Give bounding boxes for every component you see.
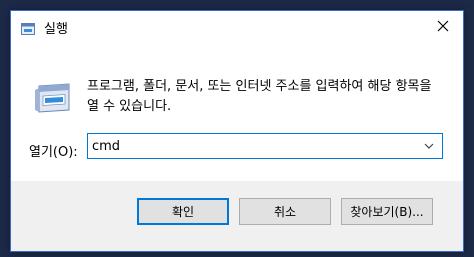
chevron-down-icon (424, 143, 434, 149)
cancel-button[interactable]: 취소 (239, 198, 331, 225)
open-input[interactable] (88, 134, 414, 158)
dialog-description: 프로그램, 폴더, 문서, 또는 인터넷 주소를 입력하여 해당 항목을 열 수… (87, 79, 432, 114)
dropdown-button[interactable] (416, 134, 442, 158)
button-bar: 확인 취소 찾아보기(B)... (11, 181, 463, 251)
open-label: 열기(O): (29, 145, 78, 160)
ok-button[interactable]: 확인 (137, 198, 229, 225)
run-app-icon (21, 20, 35, 35)
title-bar[interactable]: 실행 (11, 11, 463, 41)
window-title: 실행 (44, 22, 68, 37)
run-dialog: 실행 프로그램, 폴더, 문서, 또는 인터넷 주소를 입력하여 해당 항목을 … (10, 10, 464, 252)
close-icon (437, 20, 449, 32)
dialog-body: 프로그램, 폴더, 문서, 또는 인터넷 주소를 입력하여 해당 항목을 열 수… (11, 41, 463, 181)
close-button[interactable] (423, 11, 463, 41)
open-combobox[interactable] (87, 133, 443, 159)
browse-button[interactable]: 찾아보기(B)... (341, 198, 433, 225)
run-icon (33, 82, 73, 114)
